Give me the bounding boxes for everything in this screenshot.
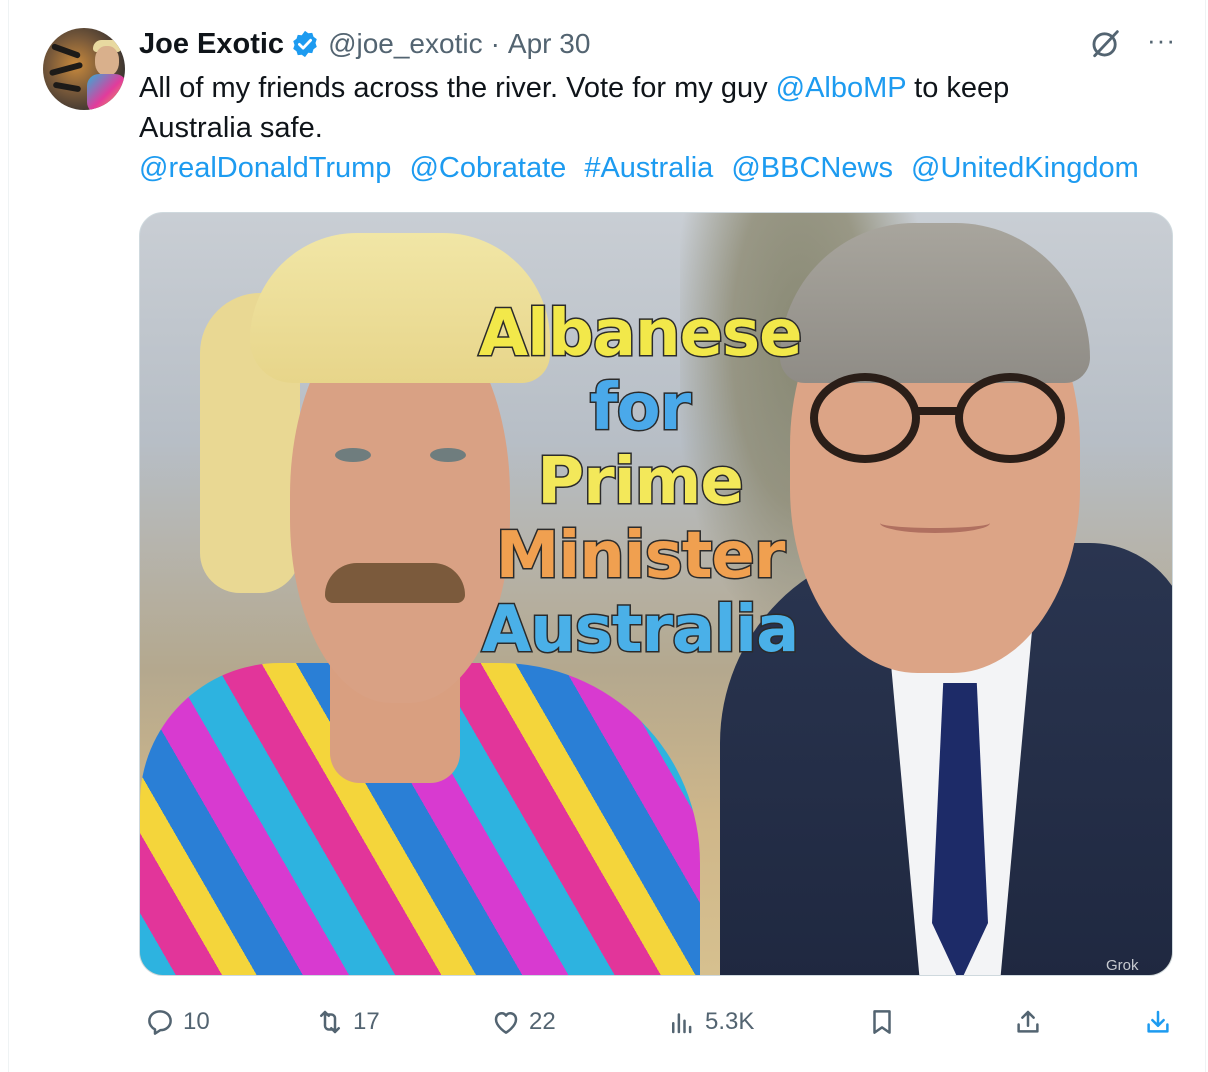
bookmark-icon xyxy=(873,1010,891,1034)
repost-count: 17 xyxy=(353,1008,380,1035)
tweet-text: All of my friends across the river. Vote… xyxy=(139,68,1179,148)
mention-link[interactable]: @UnitedKingdom xyxy=(911,152,1139,184)
overlay-word: for xyxy=(588,370,692,447)
tweet[interactable]: Joe Exotic @joe_exotic · Apr 30 ··· All … xyxy=(8,0,1206,1072)
display-name[interactable]: Joe Exotic xyxy=(139,28,284,61)
action-bar: 10 17 22 5.3K xyxy=(139,1000,1179,1044)
avatar[interactable] xyxy=(43,28,125,110)
more-options-icon[interactable]: ··· xyxy=(1147,27,1177,56)
overlay-word: Prime xyxy=(536,444,746,521)
tag-links: @realDonaldTrump @Cobratate #Australia @… xyxy=(139,148,1139,188)
grok-watermark: Grok xyxy=(1106,957,1139,974)
tweet-text-line-2: Australia safe. xyxy=(139,112,323,144)
reply-count: 10 xyxy=(183,1008,210,1035)
repost-button[interactable]: 17 xyxy=(315,1000,380,1044)
separator: · xyxy=(490,28,500,59)
grok-icon[interactable] xyxy=(1089,26,1123,60)
reply-icon xyxy=(148,1010,172,1035)
download-button[interactable] xyxy=(1143,1000,1173,1044)
overlay-word: Minister xyxy=(494,518,787,595)
like-button[interactable]: 22 xyxy=(491,1000,556,1044)
view-count: 5.3K xyxy=(705,1008,755,1035)
tweet-image[interactable]: Albanese for Prime Minister Australia Gr… xyxy=(139,212,1173,976)
image-overlay-text: Albanese for Prime Minister Australia xyxy=(470,296,810,669)
overlay-word: Albanese xyxy=(477,296,804,373)
views-button[interactable]: 5.3K xyxy=(667,1000,754,1044)
hashtag-link[interactable]: #Australia xyxy=(584,152,713,184)
bookmark-button[interactable] xyxy=(867,1000,897,1044)
heart-icon xyxy=(494,1012,518,1034)
mention-link[interactable]: @realDonaldTrump xyxy=(139,152,391,184)
verified-badge-icon xyxy=(293,30,317,58)
mention-link[interactable]: @BBCNews xyxy=(731,152,893,184)
share-icon xyxy=(1017,1010,1039,1033)
tweet-header: Joe Exotic @joe_exotic · Apr 30 xyxy=(139,26,590,62)
mention-link[interactable]: @Cobratate xyxy=(409,152,566,184)
analytics-icon xyxy=(672,1013,692,1034)
mention-link[interactable]: @AlboMP xyxy=(776,72,906,104)
reply-button[interactable]: 10 xyxy=(145,1000,210,1044)
handle[interactable]: @joe_exotic xyxy=(328,28,483,60)
tweet-text-line-1: All of my friends across the river. Vote… xyxy=(139,72,1010,104)
timestamp[interactable]: Apr 30 xyxy=(508,28,591,60)
like-count: 22 xyxy=(529,1008,556,1035)
share-button[interactable] xyxy=(1013,1000,1043,1044)
download-icon xyxy=(1147,1010,1169,1033)
overlay-word: Australia xyxy=(480,592,801,669)
repost-icon xyxy=(320,1010,340,1034)
